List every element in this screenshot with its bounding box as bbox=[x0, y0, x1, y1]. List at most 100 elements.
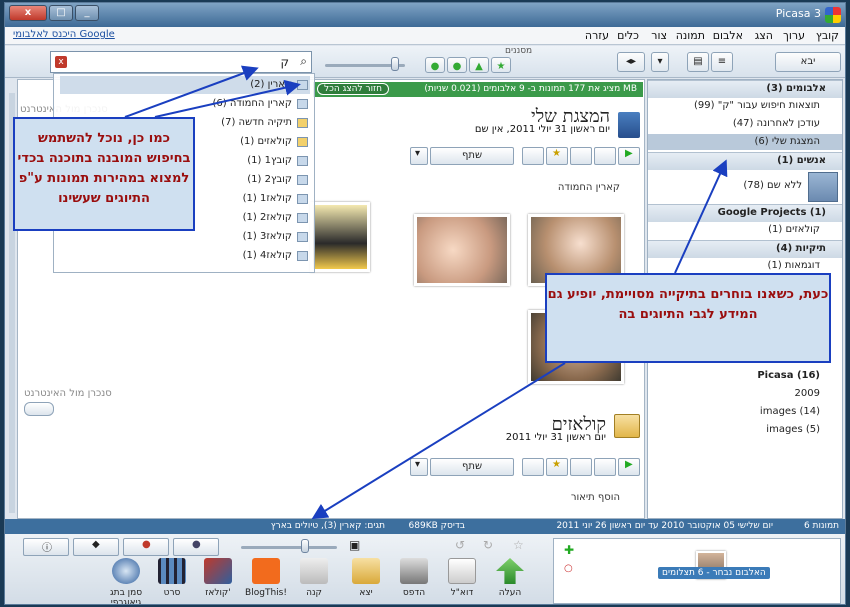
sidebar-year: 2009 bbox=[648, 386, 842, 402]
left-callout: כמו כן, נוכל להשתמש בחיפוש המובנה בתוכנה… bbox=[13, 117, 195, 231]
photo-tray[interactable]: ✚ ○ האלבום נבחר - 6 תצלומים bbox=[553, 538, 841, 604]
sidebar-item-label: דוגמאות (1) bbox=[767, 260, 820, 271]
info-button[interactable]: ⓘ bbox=[23, 538, 69, 556]
star-button-2[interactable]: ★ bbox=[546, 458, 568, 476]
save-button[interactable] bbox=[522, 147, 544, 165]
time-slider-thumb[interactable] bbox=[391, 57, 399, 71]
star-icon: ★ bbox=[552, 148, 561, 159]
sidebar-item-samples[interactable]: דוגמאות (1) bbox=[648, 258, 842, 274]
clear-search-icon[interactable]: x bbox=[55, 56, 67, 68]
search-input[interactable]: x ק ⌕ bbox=[50, 51, 312, 73]
tags-button[interactable]: ◆ bbox=[73, 538, 119, 556]
filter-star-button[interactable]: ★ bbox=[491, 57, 511, 73]
show-all-button[interactable]: חזור להצג הכל bbox=[317, 83, 390, 95]
thumb-view-button[interactable]: ▤ bbox=[687, 52, 709, 72]
sidebar-item-images-1[interactable]: images (14) bbox=[648, 404, 842, 420]
people-button[interactable]: ● bbox=[173, 538, 219, 556]
sync-online-label: סנכרן מול האינטרנט bbox=[24, 388, 112, 399]
star-icon[interactable]: ☆ bbox=[513, 538, 524, 552]
menu-help[interactable]: עזרה bbox=[585, 29, 609, 42]
sidebar-item-label: המצגת שלי (6) bbox=[754, 136, 821, 147]
person-icon: ● bbox=[452, 61, 462, 72]
photo-thumb[interactable] bbox=[310, 202, 370, 272]
albums-header[interactable]: אלבומים (3) bbox=[648, 80, 842, 98]
movie-button[interactable]: סרט bbox=[149, 558, 195, 604]
suggestion-item[interactable]: קארין החמודה (6) bbox=[60, 95, 310, 113]
menu-album[interactable]: אלבום bbox=[713, 29, 743, 42]
folder-icon bbox=[297, 118, 308, 128]
filter-movie-button[interactable]: ▲ bbox=[469, 57, 489, 73]
hold-icon[interactable]: ✚ bbox=[564, 543, 574, 557]
bottom-button-label: BlogThis! bbox=[245, 588, 287, 598]
share-dropdown-button-2[interactable]: ▾ bbox=[410, 458, 428, 476]
import-button[interactable]: יבא bbox=[775, 52, 841, 72]
sidebar-item-unnamed[interactable]: ללא שם (78) bbox=[648, 178, 842, 194]
sidebar-item-images-2[interactable]: images (5) bbox=[648, 422, 842, 438]
tray-label: האלבום נבחר - 6 תצלומים bbox=[658, 567, 770, 579]
zoom-slider-thumb[interactable] bbox=[301, 539, 309, 553]
print-button[interactable]: הדפס bbox=[391, 558, 437, 604]
maximize-button[interactable]: □ bbox=[49, 5, 73, 21]
menu-file[interactable]: קובץ bbox=[816, 29, 839, 42]
back-forward-button[interactable]: ◂▸ bbox=[617, 52, 645, 72]
search-icon: ⌕ bbox=[300, 54, 307, 68]
bottom-panel: ⓘ ◆ ● ● ▣ ↺ ↻ ☆ סמן בתג גיאוגרפי סרט קול… bbox=[5, 534, 845, 604]
share-button[interactable]: שתף bbox=[430, 147, 514, 165]
film-button[interactable] bbox=[570, 147, 592, 165]
upload-button[interactable]: העלה bbox=[487, 558, 533, 604]
film-button-2[interactable] bbox=[570, 458, 592, 476]
sidebar-item-collages[interactable]: קולאזים (1) bbox=[648, 222, 842, 238]
menu-view[interactable]: הצג bbox=[755, 29, 773, 42]
slides-button-2[interactable] bbox=[594, 458, 616, 476]
play-slideshow-button-2[interactable]: ▶ bbox=[618, 458, 640, 476]
filter-upload-button[interactable]: ● bbox=[425, 57, 445, 73]
clear-tray-icon[interactable]: ○ bbox=[564, 563, 573, 574]
rotate-right-icon[interactable]: ↻ bbox=[483, 538, 493, 552]
zoom-slider-track[interactable] bbox=[241, 546, 337, 549]
menu-tools[interactable]: כלים bbox=[617, 29, 639, 42]
photo-thumb[interactable] bbox=[414, 214, 510, 286]
blogthis-button[interactable]: BlogThis! bbox=[243, 558, 289, 604]
star-button[interactable]: ★ bbox=[546, 147, 568, 165]
list-icon: ≡ bbox=[717, 56, 727, 67]
rotate-left-icon[interactable]: ↺ bbox=[455, 538, 465, 552]
sidebar-item-my-slideshow[interactable]: המצגת שלי (6) bbox=[648, 134, 842, 150]
sidebar-item-label: עודכן לאחרונה (47) bbox=[732, 118, 820, 129]
share-button-2[interactable]: שתף bbox=[430, 458, 514, 476]
menu-edit[interactable]: ערוך bbox=[783, 29, 805, 42]
collage-button[interactable]: קולאז' bbox=[195, 558, 241, 604]
google-albums-link[interactable]: היכנס לאלבומי Google bbox=[13, 29, 115, 40]
sync-toggle[interactable] bbox=[24, 402, 54, 416]
sidebar-item-picasa[interactable]: Picasa (16) bbox=[648, 368, 842, 384]
view-dropdown-button[interactable]: ▾ bbox=[651, 52, 669, 72]
suggestion-label: קולאזים (1) bbox=[240, 136, 292, 147]
sidebar-item-recent[interactable]: עודכן לאחרונה (47) bbox=[648, 116, 842, 132]
buy-button[interactable]: קנה bbox=[291, 558, 337, 604]
suggestion-label: קובץ1 (1) bbox=[247, 155, 292, 166]
projects-header[interactable]: Google Projects (1) bbox=[648, 204, 842, 222]
geotag-button[interactable]: ● bbox=[123, 538, 169, 556]
play-slideshow-button[interactable]: ▶ bbox=[618, 147, 640, 165]
list-view-button[interactable]: ≡ bbox=[711, 52, 733, 72]
add-description-label[interactable]: הוסף תיאור bbox=[571, 492, 620, 503]
filter-people-button[interactable]: ● bbox=[447, 57, 467, 73]
share-dropdown-button[interactable]: ▾ bbox=[410, 147, 428, 165]
minimize-button[interactable]: _ bbox=[75, 5, 99, 21]
close-button[interactable]: x bbox=[9, 5, 47, 21]
envelope-icon bbox=[448, 558, 476, 584]
geotag-big-button[interactable]: סמן בתג גיאוגרפי bbox=[103, 558, 149, 604]
sidebar-item-search-results[interactable]: תוצאות חיפוש עבור "ק" (99) bbox=[648, 98, 842, 114]
suggestion-item[interactable]: קארין (2) bbox=[60, 76, 310, 94]
email-button[interactable]: דוא"ל bbox=[439, 558, 485, 604]
people-header[interactable]: אנשים (1) bbox=[648, 152, 842, 170]
save-button-2[interactable] bbox=[522, 458, 544, 476]
folders-header[interactable]: תיקיות (4) bbox=[648, 240, 842, 258]
export-button[interactable]: יצא bbox=[343, 558, 389, 604]
suggestion-label: קולאז1 (1) bbox=[242, 193, 292, 204]
status-bar: 6 תמונות יום שלישי 05 אוקטובר 2010 עד יו… bbox=[5, 519, 845, 534]
blogger-icon bbox=[252, 558, 280, 584]
menu-picture[interactable]: תמונה bbox=[676, 29, 705, 42]
slides-button[interactable] bbox=[594, 147, 616, 165]
suggestion-item[interactable]: קולאז4 (1) bbox=[60, 247, 310, 265]
menu-create[interactable]: צור bbox=[651, 29, 667, 42]
